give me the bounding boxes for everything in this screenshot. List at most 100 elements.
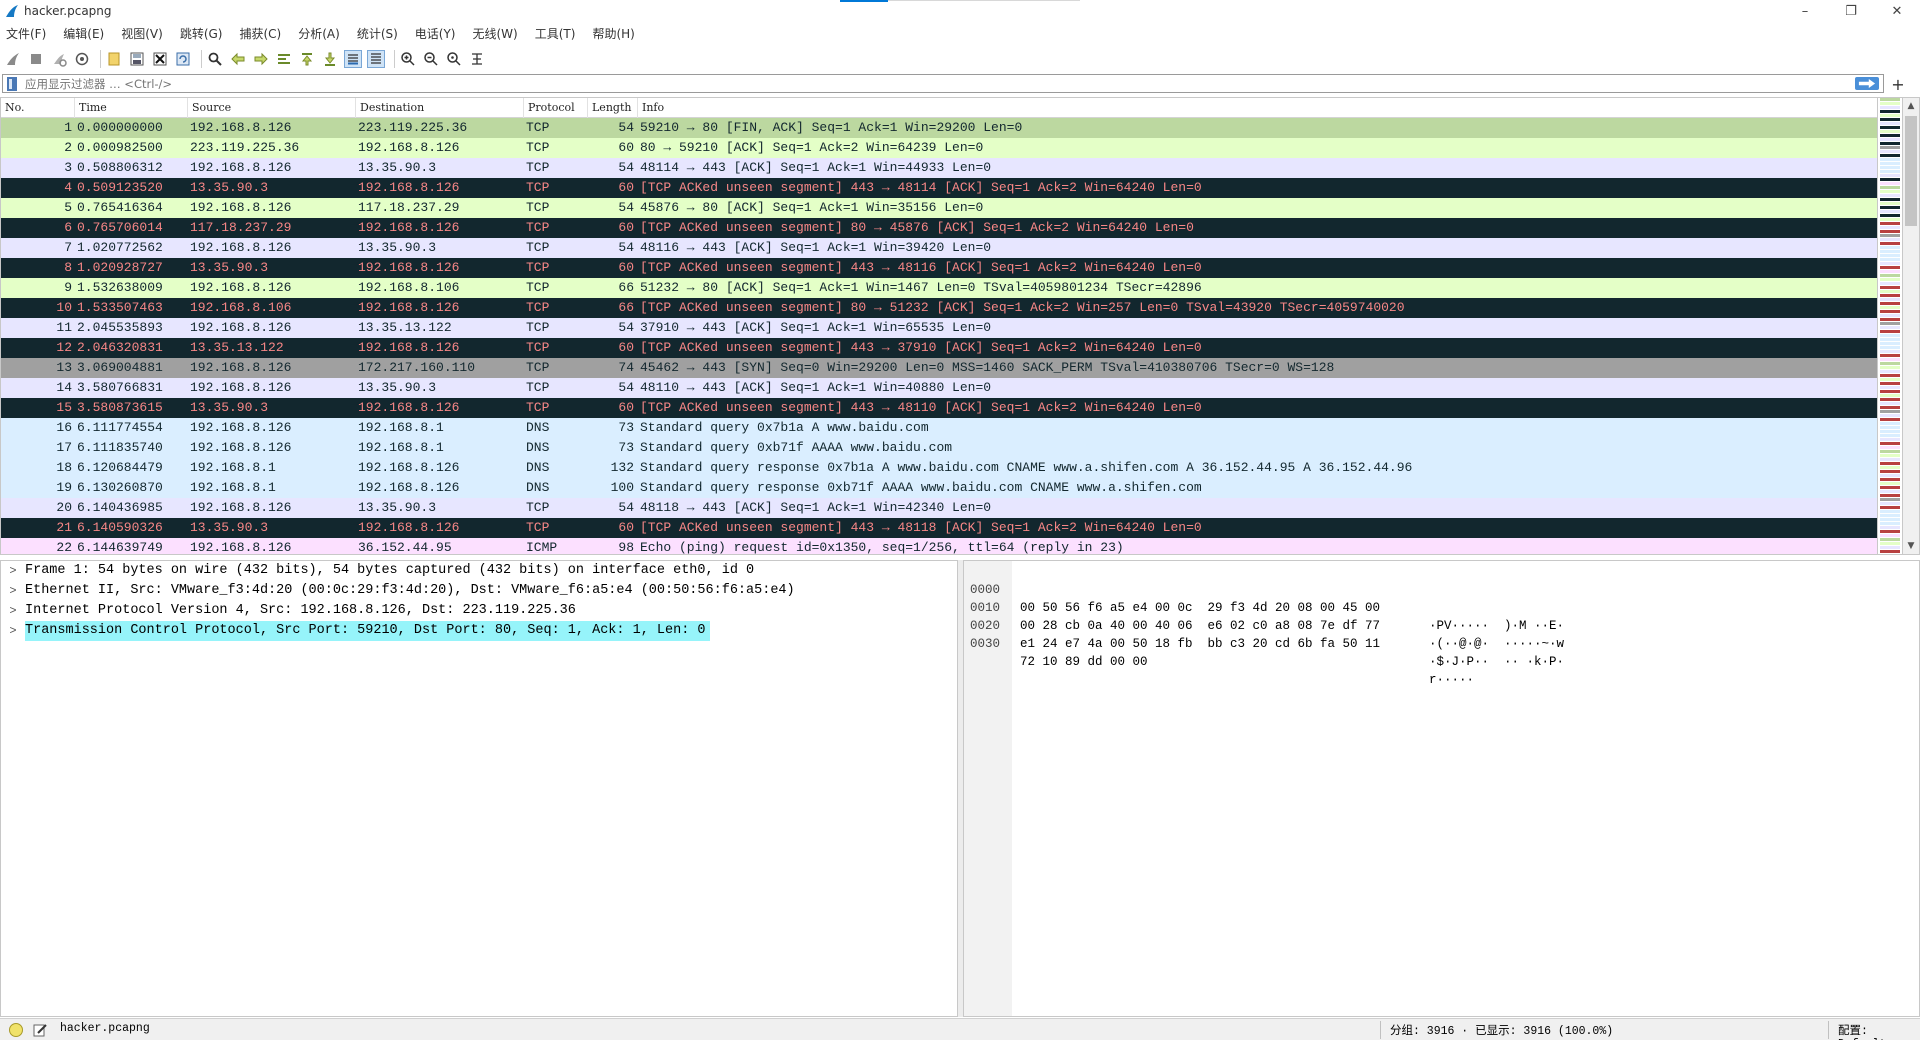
byte-ascii[interactable]: r····· [1429, 671, 1474, 689]
byte-hex[interactable]: e1 24 e7 4a 00 50 18 fb bb c3 20 cd 6b f… [1020, 635, 1380, 653]
menu-help[interactable]: 帮助(H) [592, 25, 634, 42]
packet-list-scrollbar[interactable]: ▲ ▼ [1902, 97, 1920, 555]
menu-file[interactable]: 文件(F) [6, 25, 46, 42]
column-header-no[interactable]: No. [1, 98, 75, 118]
zoom-in-icon[interactable] [399, 50, 417, 68]
menu-edit[interactable]: 编辑(E) [63, 25, 104, 42]
column-header-source[interactable]: Source [188, 98, 356, 118]
bookmark-icon[interactable] [5, 76, 19, 92]
menu-view[interactable]: 视图(V) [121, 25, 163, 42]
go-last-packet-icon[interactable] [321, 50, 339, 68]
go-back-icon[interactable] [229, 50, 247, 68]
byte-hex[interactable]: 72 10 89 dd 00 00 [1020, 653, 1148, 671]
column-header-info[interactable]: Info [638, 98, 1877, 118]
packet-row[interactable]: 16 6.111774554 192.168.8.126 192.168.8.1 DNS… [1, 418, 1877, 438]
menu-analyze[interactable]: 分析(A) [298, 25, 340, 42]
zoom-normal-icon[interactable] [445, 50, 463, 68]
packet-row[interactable]: 15 3.580873615 13.35.90.3 192.168.8.126 TCP 6… [1, 398, 1877, 418]
packet-cell-len: 60 [618, 400, 634, 415]
bytes-row: 0030 72 10 89 dd 00 00 r····· [964, 617, 1919, 687]
packet-row[interactable]: 9 1.532638009 192.168.8.126 192.168.8.106 TC… [1, 278, 1877, 298]
packet-row[interactable]: 11 2.045535893 192.168.8.126 13.35.13.122 TC… [1, 318, 1877, 338]
detail-tcp[interactable]: > Transmission Control Protocol, Src Por… [1, 621, 957, 641]
packet-row[interactable]: 7 1.020772562 192.168.8.126 13.35.90.3 TCP 54… [1, 238, 1877, 258]
capture-options-icon[interactable] [73, 50, 91, 68]
packet-row[interactable]: 17 6.111835740 192.168.8.126 192.168.8.1 DNS… [1, 438, 1877, 458]
open-file-icon[interactable] [105, 50, 123, 68]
byte-ascii[interactable]: ·(··@·@· ·····~·w [1429, 635, 1564, 653]
packet-cell-len: 73 [618, 440, 634, 455]
minimap-stripe [1880, 110, 1900, 113]
apply-filter-arrow-icon[interactable] [1855, 77, 1879, 90]
go-first-packet-icon[interactable] [298, 50, 316, 68]
packet-row[interactable]: 10 1.533507463 192.168.8.106 192.168.8.126 T… [1, 298, 1877, 318]
display-filter-input[interactable] [25, 76, 1825, 91]
auto-scroll-icon[interactable] [344, 50, 362, 68]
colorize-icon[interactable] [367, 50, 385, 68]
minimize-button[interactable]: – [1782, 0, 1828, 22]
packet-row[interactable]: 21 6.140590326 13.35.90.3 192.168.8.126 TCP 6… [1, 518, 1877, 538]
packet-row[interactable]: 22 6.144639749 192.168.8.126 36.152.44.95 IC… [1, 538, 1877, 554]
shark-fin-start-icon[interactable] [4, 50, 22, 68]
column-header-destination[interactable]: Destination [356, 98, 524, 118]
packet-row[interactable]: 2 0.000982500 223.119.225.36 192.168.8.126 T… [1, 138, 1877, 158]
packet-row[interactable]: 6 0.765706014 117.18.237.29 192.168.8.126 TC… [1, 218, 1877, 238]
packet-cell-proto: TCP [526, 140, 550, 155]
expand-arrow-icon[interactable]: > [1, 601, 25, 621]
byte-ascii[interactable]: ·$·J·P·· ·· ·k·P· [1429, 653, 1564, 671]
menu-statistics[interactable]: 统计(S) [357, 25, 398, 42]
packet-cell-src: 117.18.237.29 [190, 220, 292, 235]
detail-frame[interactable]: > Frame 1: 54 bytes on wire (432 bits), … [1, 561, 957, 581]
packet-row[interactable]: 19 6.130260870 192.168.8.1 192.168.8.126 DNS… [1, 478, 1877, 498]
column-header-time[interactable]: Time [75, 98, 188, 118]
packet-row[interactable]: 14 3.580766831 192.168.8.126 13.35.90.3 TCP 5… [1, 378, 1877, 398]
save-file-icon[interactable] [128, 50, 146, 68]
restart-capture-icon[interactable] [50, 50, 68, 68]
expand-arrow-icon[interactable]: > [1, 621, 25, 641]
close-file-icon[interactable] [151, 50, 169, 68]
menu-go[interactable]: 跳转(G) [180, 25, 223, 42]
packet-row[interactable]: 3 0.508806312 192.168.8.126 13.35.90.3 TCP 54… [1, 158, 1877, 178]
packet-row[interactable]: 8 1.020928727 13.35.90.3 192.168.8.126 TCP 60… [1, 258, 1877, 278]
expand-arrow-icon[interactable]: > [1, 581, 25, 601]
status-profile[interactable]: 配置: Default [1838, 1022, 1920, 1040]
packet-row[interactable]: 18 6.120684479 192.168.8.1 192.168.8.126 DNS… [1, 458, 1877, 478]
reload-file-icon[interactable] [174, 50, 192, 68]
menu-wireless[interactable]: 无线(W) [473, 25, 518, 42]
column-header-length[interactable]: Length [588, 98, 638, 118]
packet-row[interactable]: 1 0.000000000 192.168.8.126 223.119.225.36 T… [1, 118, 1877, 138]
go-to-packet-icon[interactable] [275, 50, 293, 68]
close-button[interactable]: ✕ [1874, 0, 1920, 22]
minimap-stripe [1880, 358, 1900, 361]
packet-row[interactable]: 4 0.509123520 13.35.90.3 192.168.8.126 TCP 60… [1, 178, 1877, 198]
menu-capture[interactable]: 捕获(C) [239, 25, 281, 42]
add-filter-button[interactable]: + [1888, 73, 1908, 95]
expand-arrow-icon[interactable]: > [1, 561, 25, 581]
minimap-stripe [1880, 546, 1900, 549]
detail-ethernet[interactable]: > Ethernet II, Src: VMware_f3:4d:20 (00:… [1, 581, 957, 601]
go-forward-icon[interactable] [252, 50, 270, 68]
detail-ipv4[interactable]: > Internet Protocol Version 4, Src: 192.… [1, 601, 957, 621]
find-packet-icon[interactable] [206, 50, 224, 68]
zoom-out-icon[interactable] [422, 50, 440, 68]
packet-cell-dst: 13.35.90.3 [358, 240, 437, 255]
packet-minimap[interactable] [1878, 97, 1902, 555]
stop-capture-icon[interactable] [27, 50, 45, 68]
restore-button[interactable]: ❐ [1828, 0, 1874, 22]
expert-info-icon[interactable] [9, 1023, 23, 1037]
resize-columns-icon[interactable] [468, 50, 486, 68]
column-header-protocol[interactable]: Protocol [524, 98, 588, 118]
scroll-up-arrow-icon[interactable]: ▲ [1903, 98, 1919, 114]
packet-row[interactable]: 12 2.046320831 13.35.13.122 192.168.8.126 TC… [1, 338, 1877, 358]
scroll-down-arrow-icon[interactable]: ▼ [1903, 538, 1919, 554]
packet-row[interactable]: 5 0.765416364 192.168.8.126 117.18.237.29 TC… [1, 198, 1877, 218]
capture-comment-icon[interactable] [32, 1022, 48, 1038]
packet-cell-time: 3.580766831 [77, 380, 163, 395]
packet-row[interactable]: 13 3.069004881 192.168.8.126 172.217.160.11… [1, 358, 1877, 378]
menu-telephony[interactable]: 电话(Y) [415, 25, 456, 42]
menu-tools[interactable]: 工具(T) [535, 25, 576, 42]
minimap-stripe [1880, 98, 1900, 101]
packet-row[interactable]: 20 6.140436985 192.168.8.126 13.35.90.3 TCP 5… [1, 498, 1877, 518]
scrollbar-thumb[interactable] [1905, 116, 1917, 226]
minimap-stripe [1880, 266, 1900, 269]
